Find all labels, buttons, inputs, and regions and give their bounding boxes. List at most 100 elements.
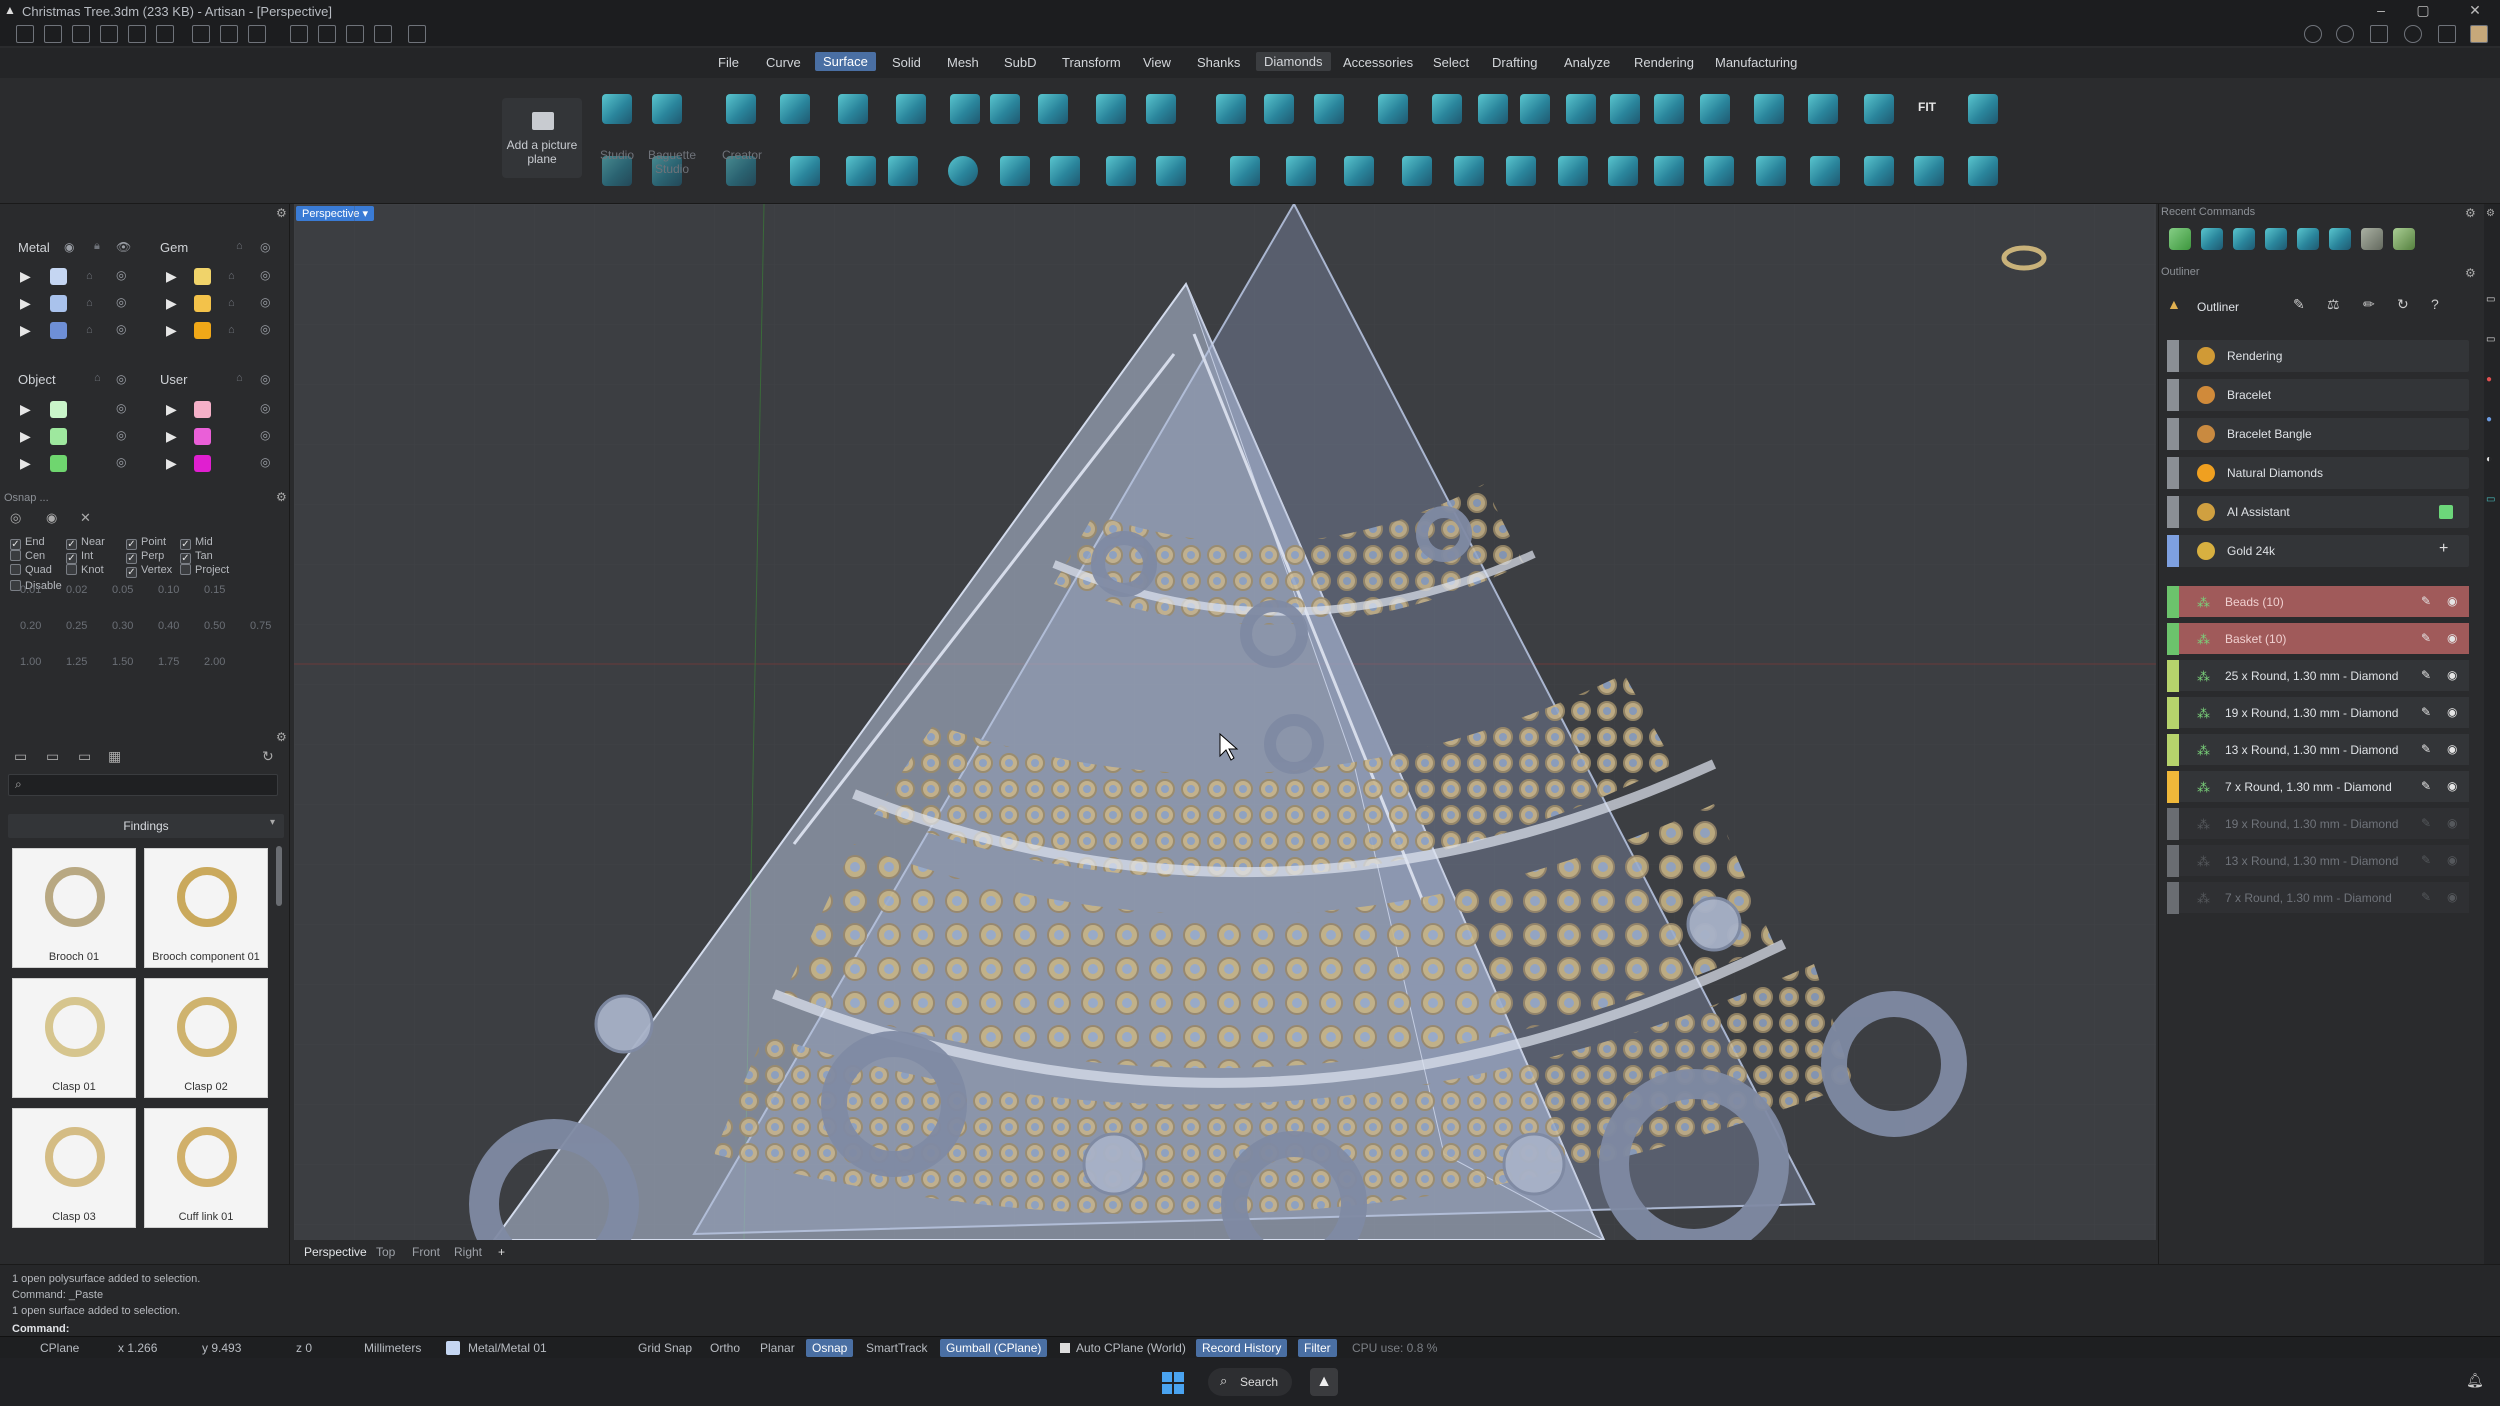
- open-folder-icon[interactable]: [100, 25, 118, 43]
- cut-icon[interactable]: [290, 25, 308, 43]
- osnap-settings-icon[interactable]: ⚙: [276, 490, 287, 504]
- creator-tool-icon[interactable]: [726, 94, 756, 124]
- recent-command-2-icon[interactable]: [2201, 228, 2223, 250]
- gem-eye-3-icon[interactable]: ◎: [260, 322, 270, 336]
- tab-right[interactable]: Right: [454, 1245, 482, 1259]
- surface-tool-9-icon[interactable]: [1216, 94, 1246, 124]
- metal-swatch-1[interactable]: [50, 268, 67, 285]
- tab-front[interactable]: Front: [412, 1245, 440, 1259]
- gem-lock-3-icon[interactable]: ⌂: [228, 324, 235, 336]
- library-refresh-icon[interactable]: ↻: [262, 748, 274, 765]
- surface-tool-r2-12-icon[interactable]: [1454, 156, 1484, 186]
- osnap-value[interactable]: 0.40: [158, 620, 179, 632]
- status-osnap[interactable]: Osnap: [806, 1339, 854, 1357]
- osnap-value[interactable]: 0.25: [66, 620, 87, 632]
- maximize-button[interactable]: ▢: [2410, 2, 2436, 19]
- osnap-value[interactable]: 0.75: [250, 620, 271, 632]
- paste-icon[interactable]: [346, 25, 364, 43]
- metal-play-3-icon[interactable]: ▶: [20, 322, 31, 339]
- osnap-tan[interactable]: ✓ Tan: [180, 550, 213, 564]
- library-add-folder-icon[interactable]: ▭: [46, 748, 59, 765]
- strip-icon-5[interactable]: ◐: [2486, 454, 2492, 465]
- metal-eye-2-icon[interactable]: ◎: [116, 295, 126, 309]
- eye-icon[interactable]: ◉: [2447, 853, 2457, 867]
- new-file-icon[interactable]: [16, 25, 34, 43]
- surface-tool-r2-1-icon[interactable]: [790, 156, 820, 186]
- osnap-value[interactable]: 0.05: [112, 584, 133, 596]
- outliner-item[interactable]: Bracelet: [2167, 379, 2469, 411]
- surface-tool-r2-11-icon[interactable]: [1402, 156, 1432, 186]
- surface-tool-r2-16-icon[interactable]: [1654, 156, 1684, 186]
- surface-tool-21-icon[interactable]: [1808, 94, 1838, 124]
- windows-start-icon[interactable]: [1162, 1372, 1184, 1394]
- edit-icon[interactable]: ✎: [2421, 705, 2431, 719]
- menu-surface[interactable]: Surface: [815, 52, 876, 71]
- info-icon[interactable]: [2336, 25, 2354, 43]
- outliner-balance-icon[interactable]: ⚖: [2327, 296, 2340, 313]
- strip-icon-2[interactable]: ▭: [2486, 334, 2495, 345]
- strip-icon-4[interactable]: ●: [2486, 414, 2492, 425]
- metal-swatch-3[interactable]: [50, 322, 67, 339]
- menu-diamonds[interactable]: Diamonds: [1256, 52, 1331, 71]
- surface-tool-r2-7-icon[interactable]: [1156, 156, 1186, 186]
- edit-icon[interactable]: ✎: [2421, 779, 2431, 793]
- status-cplane[interactable]: CPlane: [40, 1341, 79, 1355]
- surface-tool-23-icon[interactable]: [1968, 94, 1998, 124]
- metal-eye-icon[interactable]: 👁︎: [116, 240, 131, 254]
- status-filter[interactable]: Filter: [1298, 1339, 1337, 1357]
- status-layer[interactable]: Metal/Metal 01: [468, 1341, 547, 1355]
- surface-tool-12-icon[interactable]: [1378, 94, 1408, 124]
- edit-icon[interactable]: ✎: [2421, 853, 2431, 867]
- library-grid-icon[interactable]: ▦: [108, 748, 121, 765]
- menu-mesh[interactable]: Mesh: [947, 55, 979, 70]
- recent-commands-settings-icon[interactable]: ⚙: [2465, 206, 2476, 220]
- edit-icon[interactable]: ✎: [2421, 742, 2431, 756]
- studio-tool-icon[interactable]: [602, 94, 632, 124]
- outliner-layer-row[interactable]: ⁂ 25 x Round, 1.30 mm - Diamond ✎ ◉: [2167, 660, 2469, 692]
- library-item[interactable]: Clasp 03: [12, 1108, 136, 1228]
- menu-analyze[interactable]: Analyze: [1564, 55, 1610, 70]
- user-swatch-1[interactable]: [194, 401, 211, 418]
- library-settings-icon[interactable]: ⚙: [276, 730, 287, 744]
- gem-play-1-icon[interactable]: ▶: [166, 268, 177, 285]
- surface-tool-7-icon[interactable]: [1096, 94, 1126, 124]
- menu-file[interactable]: File: [718, 55, 739, 70]
- outliner-pipette-icon[interactable]: ✎: [2293, 296, 2305, 313]
- recent-command-4-icon[interactable]: [2265, 228, 2287, 250]
- library-import-icon[interactable]: ▭: [78, 748, 91, 765]
- gem-swatch-3[interactable]: [194, 322, 211, 339]
- left-panel-settings-icon[interactable]: ⚙: [276, 206, 287, 220]
- outliner-layer-row[interactable]: ⁂ Basket (10) ✎ ◉: [2167, 623, 2469, 655]
- user-play-3-icon[interactable]: ▶: [166, 455, 177, 472]
- osnap-mid[interactable]: ✓ Mid: [180, 536, 213, 550]
- surface-tool-2-icon[interactable]: [838, 94, 868, 124]
- surface-tool-4-icon[interactable]: [950, 94, 980, 124]
- library-item[interactable]: Clasp 02: [144, 978, 268, 1098]
- surface-tool-14-icon[interactable]: [1478, 94, 1508, 124]
- library-folder-icon[interactable]: ▭: [14, 748, 27, 765]
- link-icon[interactable]: [2438, 25, 2456, 43]
- strip-icon-6[interactable]: ▭: [2486, 494, 2495, 505]
- library-search-input[interactable]: [33, 777, 273, 793]
- object-lock-icon[interactable]: ⌂: [94, 372, 101, 384]
- copy-icon[interactable]: [318, 25, 336, 43]
- menu-select[interactable]: Select: [1433, 55, 1469, 70]
- surface-tool-r2-21-icon[interactable]: [1914, 156, 1944, 186]
- status-auto-cplane[interactable]: Auto CPlane (World): [1076, 1341, 1186, 1355]
- user-eye-3-icon[interactable]: ◎: [260, 455, 270, 469]
- strip-settings-icon[interactable]: ⚙: [2486, 208, 2495, 219]
- user-eye-icon[interactable]: ◎: [260, 372, 270, 386]
- metal-swatch-2[interactable]: [50, 295, 67, 312]
- gem-play-3-icon[interactable]: ▶: [166, 322, 177, 339]
- menu-view[interactable]: View: [1143, 55, 1171, 70]
- osnap-mode-1-icon[interactable]: ◎: [10, 510, 21, 526]
- gem-play-2-icon[interactable]: ▶: [166, 295, 177, 312]
- strip-icon-3[interactable]: ●: [2486, 374, 2492, 385]
- gem-eye-1-icon[interactable]: ◎: [260, 268, 270, 282]
- user-eye-2-icon[interactable]: ◎: [260, 428, 270, 442]
- object-swatch-2[interactable]: [50, 428, 67, 445]
- eye-icon[interactable]: ◉: [2447, 668, 2457, 682]
- osnap-value[interactable]: 1.50: [112, 656, 133, 668]
- outliner-item[interactable]: Rendering: [2167, 340, 2469, 372]
- help-icon[interactable]: [2404, 25, 2422, 43]
